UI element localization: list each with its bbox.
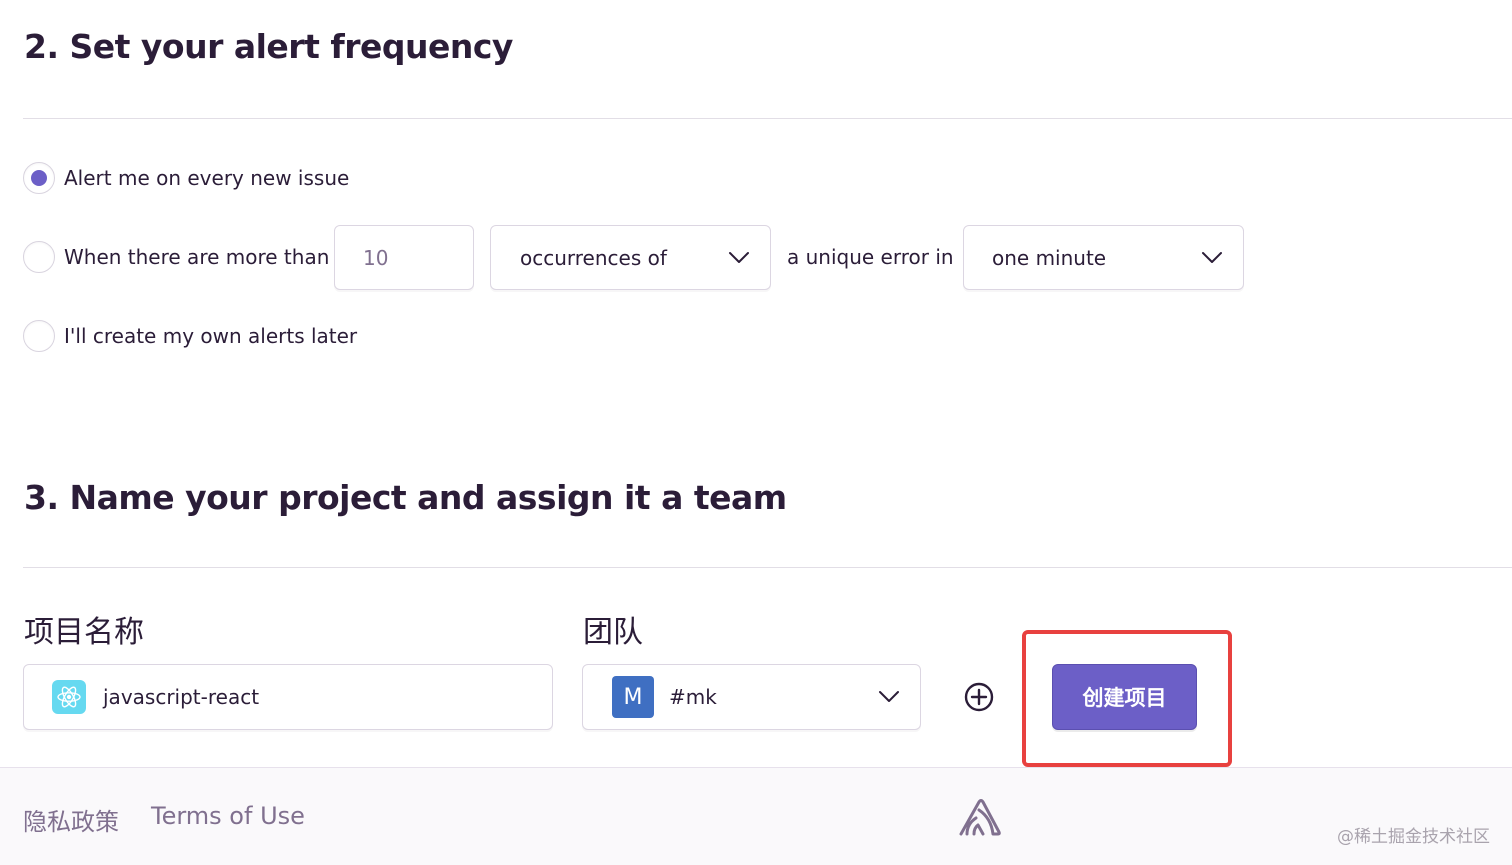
threshold-count-input[interactable]: 10 xyxy=(334,225,474,290)
section-divider xyxy=(23,118,1512,119)
project-section-title: 3. Name your project and assign it a tea… xyxy=(24,478,787,517)
watermark-text: @稀土掘金技术社区 xyxy=(1337,827,1490,847)
team-label: 团队 xyxy=(583,615,643,650)
chevron-down-icon xyxy=(1202,251,1222,263)
create-project-button[interactable]: 创建项目 xyxy=(1052,664,1197,730)
radio-label-create-later: I'll create my own alerts later xyxy=(64,324,358,348)
threshold-count-placeholder: 10 xyxy=(363,245,389,270)
project-name-label: 项目名称 xyxy=(24,615,144,650)
chevron-down-icon xyxy=(729,251,749,263)
project-name-input[interactable]: javascript-react xyxy=(23,664,553,730)
interval-select[interactable]: one minute xyxy=(963,225,1244,290)
radio-button-checked[interactable] xyxy=(23,162,55,194)
radio-label-threshold: When there are more than xyxy=(64,245,330,269)
interval-select-value: one minute xyxy=(992,245,1107,270)
footer: 隐私政策 Terms of Use @稀土掘金技术社区 xyxy=(0,767,1512,865)
terms-of-use-link[interactable]: Terms of Use xyxy=(151,802,305,830)
team-select[interactable]: M #mk xyxy=(582,664,921,730)
alert-frequency-title: 2. Set your alert frequency xyxy=(24,27,513,66)
project-name-value: javascript-react xyxy=(103,685,260,709)
connector-text: a unique error in xyxy=(787,245,954,269)
react-icon xyxy=(52,680,86,714)
metric-select[interactable]: occurrences of xyxy=(490,225,771,290)
radio-label-every-new-issue: Alert me on every new issue xyxy=(64,166,350,190)
radio-create-later[interactable]: I'll create my own alerts later xyxy=(23,320,357,352)
sentry-logo-icon[interactable] xyxy=(957,796,1003,838)
privacy-policy-link[interactable]: 隐私政策 xyxy=(23,802,119,837)
metric-select-value: occurrences of xyxy=(520,245,667,270)
radio-button[interactable] xyxy=(23,241,55,273)
radio-every-new-issue[interactable]: Alert me on every new issue xyxy=(23,162,349,194)
chevron-down-icon xyxy=(879,691,899,702)
team-select-value: #mk xyxy=(669,685,717,709)
team-avatar: M xyxy=(612,676,654,718)
radio-threshold[interactable]: When there are more than xyxy=(23,241,329,273)
add-circle-icon[interactable] xyxy=(963,681,995,713)
section-divider xyxy=(23,567,1512,568)
radio-button[interactable] xyxy=(23,320,55,352)
